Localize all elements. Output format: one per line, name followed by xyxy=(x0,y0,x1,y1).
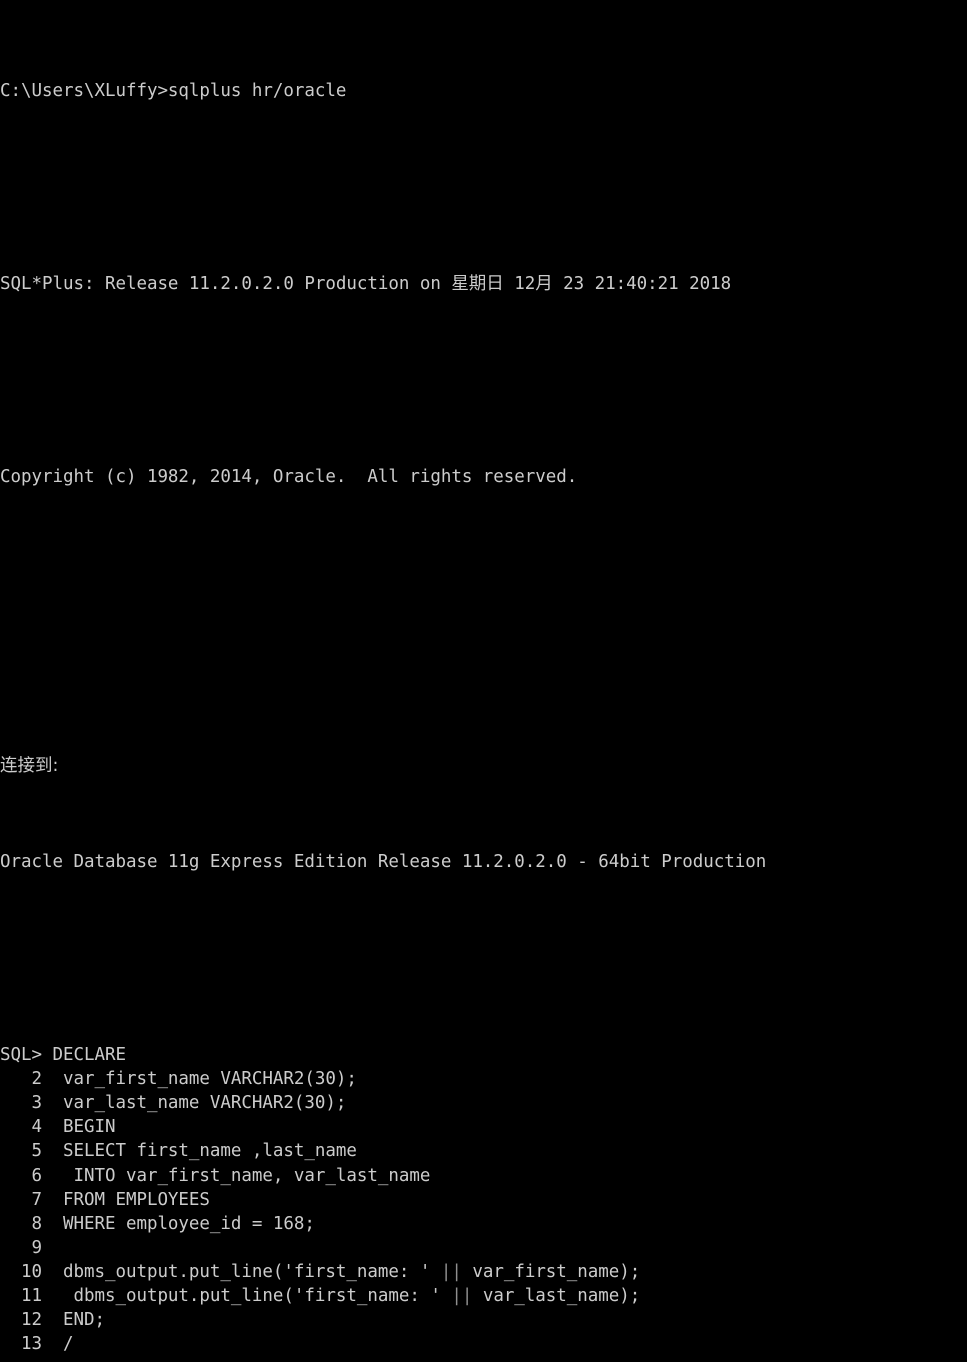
code-line-number: 6 xyxy=(0,1165,42,1186)
code-line-number: SQL> xyxy=(0,1045,42,1066)
code-line-text: var_last_name); xyxy=(472,1285,641,1306)
concat-operator: || xyxy=(440,1261,462,1282)
code-line: 12 END; xyxy=(0,1308,967,1332)
connection-database-line: Oracle Database 11g Express Edition Rele… xyxy=(0,852,767,873)
code-line-number: 11 xyxy=(0,1285,42,1306)
code-line-text: BEGIN xyxy=(41,1117,116,1138)
code-line-number: 4 xyxy=(0,1117,42,1138)
code-line-text: / xyxy=(41,1334,74,1355)
code-line-text: FROM EMPLOYEES xyxy=(41,1189,210,1210)
code-line-text: var_first_name); xyxy=(461,1261,641,1282)
code-line: 10 dbms_output.put_line('first_name: ' |… xyxy=(0,1260,967,1284)
code-line-number: 10 xyxy=(0,1261,42,1282)
code-line-text: INTO var_first_name, var_last_name xyxy=(41,1165,431,1186)
connection-label: 连接到: xyxy=(0,755,59,776)
code-line-text: var_first_name VARCHAR2(30); xyxy=(41,1069,357,1090)
command-prompt-line: C:\Users\XLuffy>sqlplus hr/oracle xyxy=(0,81,347,102)
code-line: SQL> DECLARE xyxy=(0,1043,967,1067)
code-line: 6 INTO var_first_name, var_last_name xyxy=(0,1164,967,1188)
code-line-text: dbms_output.put_line('first_name: ' xyxy=(41,1261,441,1282)
code-line: 4 BEGIN xyxy=(0,1115,967,1139)
code-line-number: 7 xyxy=(0,1189,42,1210)
code-line-number: 8 xyxy=(0,1213,42,1234)
code-line: 7 FROM EMPLOYEES xyxy=(0,1188,967,1212)
code-line-number: 5 xyxy=(0,1141,42,1162)
code-line-number: 2 xyxy=(0,1069,42,1090)
terminal-console[interactable]: C:\Users\XLuffy>sqlplus hr/oracle SQL*Pl… xyxy=(0,0,967,1354)
sqlplus-banner-copyright: Copyright (c) 1982, 2014, Oracle. All ri… xyxy=(0,466,578,487)
code-line: 13 / xyxy=(0,1332,967,1356)
code-line-number: 13 xyxy=(0,1334,42,1355)
code-line-text: dbms_output.put_line('first_name: ' xyxy=(41,1285,452,1306)
code-line: 11 dbms_output.put_line('first_name: ' |… xyxy=(0,1284,967,1308)
code-line-text: DECLARE xyxy=(41,1045,126,1066)
plsql-code-block: SQL> DECLARE 2 var_first_name VARCHAR2(3… xyxy=(0,1043,967,1356)
code-line: 2 var_first_name VARCHAR2(30); xyxy=(0,1067,967,1091)
concat-operator: || xyxy=(451,1285,473,1306)
code-line: 9 xyxy=(0,1236,967,1260)
code-line-text: SELECT first_name ,last_name xyxy=(41,1141,357,1162)
code-line-text: var_last_name VARCHAR2(30); xyxy=(41,1093,347,1114)
sqlplus-banner-version: SQL*Plus: Release 11.2.0.2.0 Production … xyxy=(0,274,732,295)
code-line: 8 WHERE employee_id = 168; xyxy=(0,1212,967,1236)
code-line: 3 var_last_name VARCHAR2(30); xyxy=(0,1091,967,1115)
code-line-number: 3 xyxy=(0,1093,42,1114)
code-line-text: WHERE employee_id = 168; xyxy=(41,1213,315,1234)
code-line-text: END; xyxy=(41,1310,105,1331)
code-line-number: 12 xyxy=(0,1310,42,1331)
code-line: 5 SELECT first_name ,last_name xyxy=(0,1139,967,1163)
code-line-number: 9 xyxy=(0,1237,42,1258)
